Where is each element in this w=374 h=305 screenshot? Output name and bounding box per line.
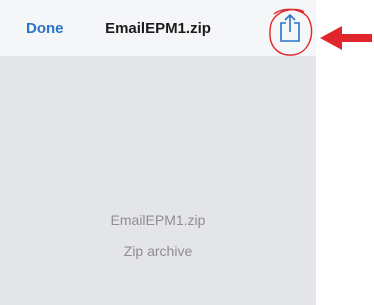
- file-type-label: Zip archive: [123, 243, 193, 259]
- annotation-arrow: [320, 26, 372, 50]
- file-name-label: EmailEPM1.zip: [110, 212, 206, 228]
- annotation-circle: [269, 8, 313, 56]
